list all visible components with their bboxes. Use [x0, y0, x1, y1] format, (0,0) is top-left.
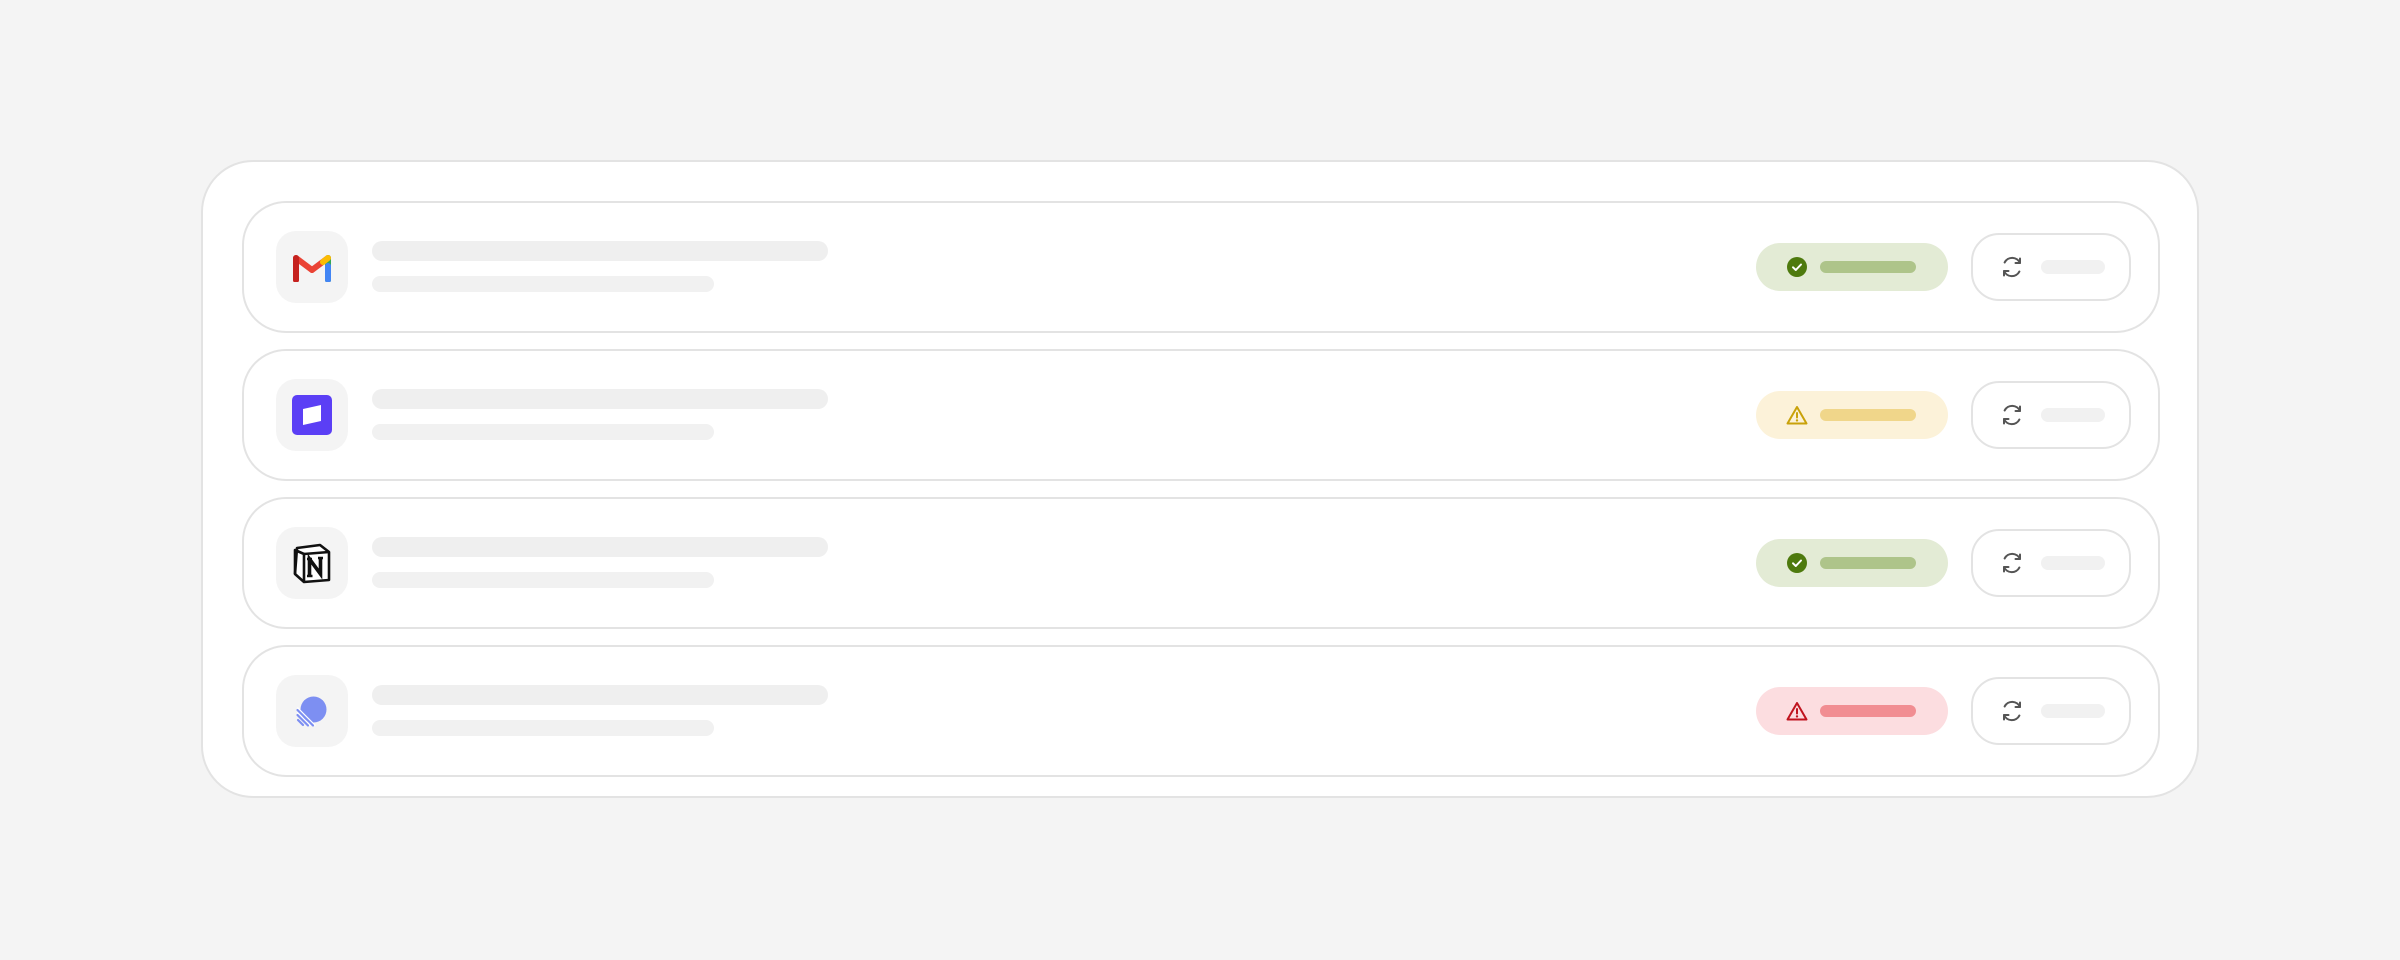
- integration-name-placeholder: [372, 389, 828, 409]
- integration-name-placeholder: [372, 685, 828, 705]
- linear-icon: [276, 675, 348, 747]
- refresh-icon: [1999, 254, 2025, 280]
- integrations-panel: [201, 160, 2199, 798]
- refresh-icon: [1999, 550, 2025, 576]
- status-label-placeholder: [1820, 409, 1916, 421]
- status-label-placeholder: [1820, 705, 1916, 717]
- sync-button[interactable]: [1971, 381, 2131, 449]
- status-badge-error: [1756, 687, 1948, 735]
- integration-description-placeholder: [372, 276, 714, 292]
- sync-button[interactable]: [1971, 677, 2131, 745]
- sync-label-placeholder: [2041, 704, 2105, 718]
- sync-button[interactable]: [1971, 529, 2131, 597]
- integration-row-notion: [242, 497, 2160, 629]
- check-circle-icon: [1786, 552, 1808, 574]
- refresh-icon: [1999, 698, 2025, 724]
- check-circle-icon: [1786, 256, 1808, 278]
- sync-button[interactable]: [1971, 233, 2131, 301]
- status-badge-connected: [1756, 243, 1948, 291]
- integration-name-placeholder: [372, 537, 828, 557]
- integration-description-placeholder: [372, 720, 714, 736]
- error-triangle-icon: [1786, 700, 1808, 722]
- integration-description-placeholder: [372, 424, 714, 440]
- status-badge-warning: [1756, 391, 1948, 439]
- sync-label-placeholder: [2041, 408, 2105, 422]
- integration-description-placeholder: [372, 572, 714, 588]
- gmail-icon: [276, 231, 348, 303]
- refresh-icon: [1999, 402, 2025, 428]
- sync-label-placeholder: [2041, 556, 2105, 570]
- status-label-placeholder: [1820, 557, 1916, 569]
- integration-row-gmail: [242, 201, 2160, 333]
- notion-icon: [276, 527, 348, 599]
- integration-row-linear: [242, 645, 2160, 777]
- status-label-placeholder: [1820, 261, 1916, 273]
- front-icon: [276, 379, 348, 451]
- integration-name-placeholder: [372, 241, 828, 261]
- integration-row-front: [242, 349, 2160, 481]
- status-badge-connected: [1756, 539, 1948, 587]
- warning-triangle-icon: [1786, 404, 1808, 426]
- sync-label-placeholder: [2041, 260, 2105, 274]
